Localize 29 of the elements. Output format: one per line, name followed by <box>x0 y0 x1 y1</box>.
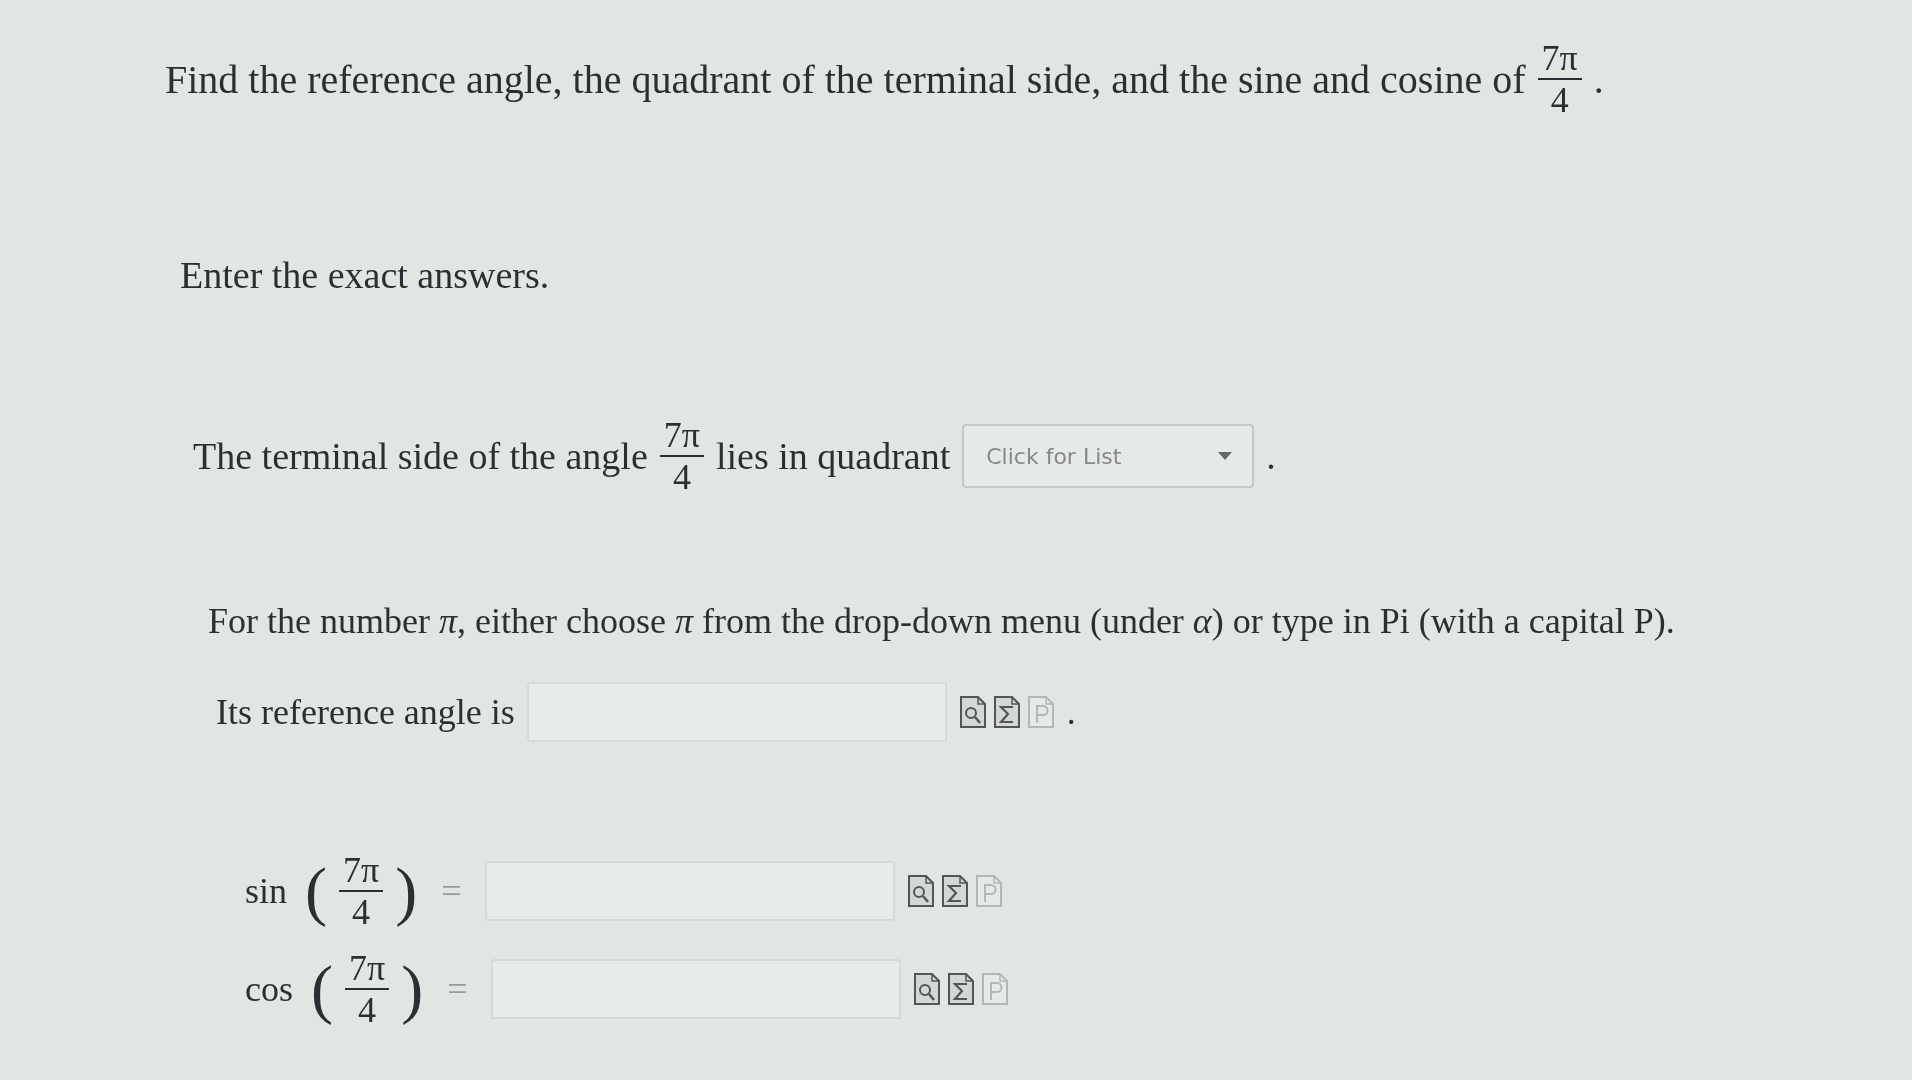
fraction-numerator: 7π <box>659 417 704 457</box>
fraction-denominator: 4 <box>358 990 377 1028</box>
magnifier-document-icon[interactable] <box>958 695 987 729</box>
fraction-numerator: 7π <box>345 950 390 990</box>
function-name: sin <box>245 870 287 912</box>
fraction-denominator: 4 <box>352 892 371 930</box>
quadrant-dropdown[interactable]: Click for List <box>962 424 1255 488</box>
instruction-text: Enter the exact answers. <box>180 253 551 297</box>
magnifier-document-icon[interactable] <box>907 874 936 908</box>
period-text: . <box>1266 434 1276 478</box>
period-text: . <box>1593 55 1604 103</box>
question-text: Find the reference angle, the quadrant of the terminal side, and the sine and cosine of <box>165 55 1526 103</box>
sigma-document-icon[interactable] <box>992 695 1021 729</box>
fraction-denominator: 4 <box>1550 80 1569 118</box>
function-name: cos <box>245 968 293 1010</box>
period-text: . <box>1066 691 1076 733</box>
equals-sign: = <box>441 870 462 912</box>
equals-sign: = <box>447 968 468 1010</box>
sigma-document-icon[interactable] <box>941 874 970 908</box>
fraction-numerator: 7π <box>1537 40 1582 80</box>
prompt-text: lies in quadrant <box>715 434 951 478</box>
note-text: For the number π, either choose π from the drop-down menu (under α) or type in Pi (with a capital P). <box>208 600 1676 642</box>
sigma-document-icon[interactable] <box>947 972 976 1006</box>
fraction-numerator: 7π <box>339 852 384 892</box>
prompt-text: Its reference angle is <box>216 691 515 733</box>
fraction-denominator: 4 <box>672 457 691 495</box>
magnifier-document-icon[interactable] <box>913 972 942 1006</box>
caret-icon <box>1218 452 1233 460</box>
prompt-text: The terminal side of the angle <box>193 434 648 478</box>
